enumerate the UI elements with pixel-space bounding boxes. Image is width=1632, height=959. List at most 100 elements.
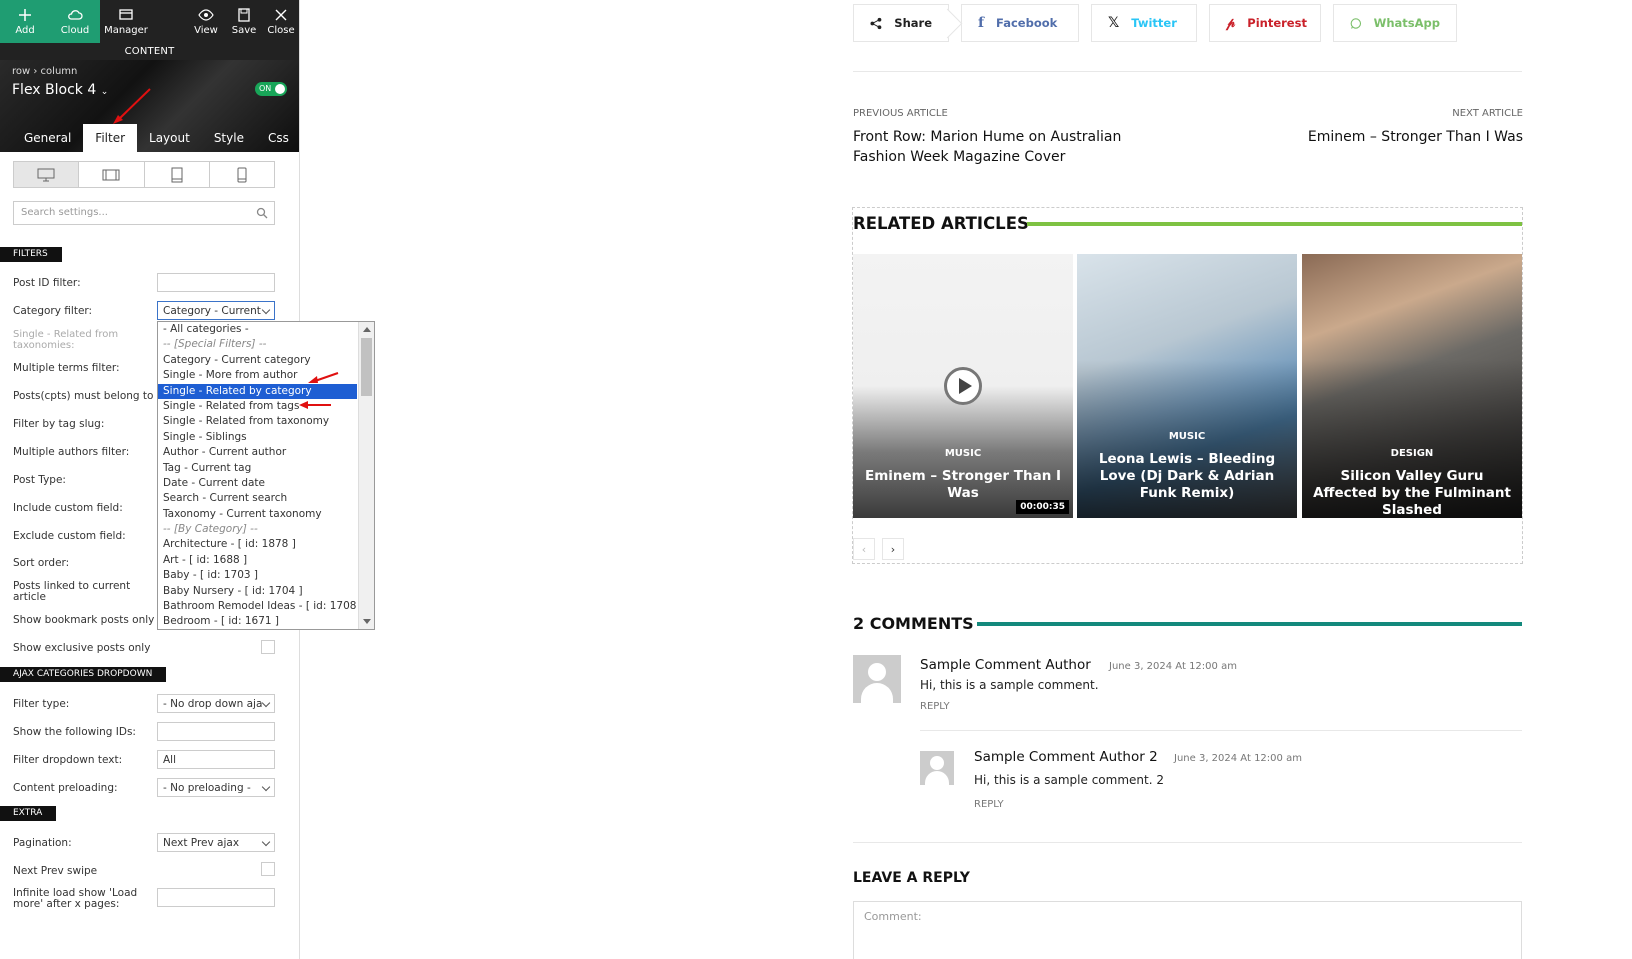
related-title-line [1027,222,1522,226]
tab-filter[interactable]: Filter [83,124,138,152]
card-category[interactable]: MUSIC [853,448,1073,459]
close-icon [275,9,287,21]
tab-style[interactable]: Style [202,124,256,152]
twitter-share-button[interactable]: 𝕏 Twitter [1091,4,1197,42]
category-dropdown-list[interactable]: - All categories - -- [Special Filters] -… [157,321,375,630]
scroll-up-icon[interactable] [363,327,371,332]
dropdown-option[interactable]: Baby - [ id: 1703 ] [158,568,357,583]
dropdown-option[interactable]: Single - Related by category [158,383,357,399]
filter-type-select[interactable]: - No drop down aja [157,694,275,713]
whatsapp-share-button[interactable]: WhatsApp [1333,4,1457,42]
dropdown-text-label: Filter dropdown text: [13,754,123,766]
chevron-right-icon: › [890,542,896,556]
exclusive-checkbox[interactable] [261,640,275,654]
dropdown-option[interactable]: Date - Current date [158,476,357,491]
tab-layout[interactable]: Layout [137,124,202,152]
dropdown-option[interactable]: - All categories - [158,322,357,337]
facebook-share-button[interactable]: f Facebook [961,4,1079,42]
device-tablet-landscape[interactable] [79,162,145,187]
avatar [853,655,901,703]
editor-toolbar: Add Cloud Manager View Save Close [0,0,299,43]
preloading-label: Content preloading: [13,782,118,794]
dropdown-text-input[interactable]: All [157,750,275,769]
whatsapp-label: WhatsApp [1373,16,1440,30]
manager-button[interactable]: Manager [100,0,152,43]
breadcrumb[interactable]: row › column [12,66,77,77]
dropdown-option[interactable]: Architecture - [ id: 1878 ] [158,537,357,552]
phone-icon [237,167,247,182]
dropdown-option[interactable]: Bedroom - [ id: 1671 ] [158,614,357,629]
device-tablet-portrait[interactable] [145,162,210,187]
add-button[interactable]: Add [0,0,50,43]
comment-date[interactable]: June 3, 2024 At 12:00 am [1174,753,1302,764]
dropdown-option[interactable]: -- [By Category] -- [158,522,357,537]
block-title[interactable]: Flex Block 4 ⌄ [12,82,108,98]
scroll-down-icon[interactable] [363,619,371,624]
comment-textarea[interactable]: Comment: [853,901,1522,959]
exclude-custom-label: Exclude custom field: [13,530,126,542]
dropdown-option[interactable]: Bathroom Remodel Ideas - [ id: 1708 ] [158,599,364,614]
comment-date[interactable]: June 3, 2024 At 12:00 am [1109,661,1237,672]
show-ids-input[interactable] [157,722,275,741]
whatsapp-icon [1350,17,1362,29]
comment-author[interactable]: Sample Comment Author 2 [974,749,1158,765]
block-toggle[interactable]: ON [255,82,287,96]
card-category[interactable]: MUSIC [1077,431,1297,442]
pinterest-share-button[interactable]: 𝓅 Pinterest [1209,4,1321,42]
swipe-checkbox[interactable] [261,862,275,876]
dropdown-option[interactable]: Author - Current author [158,445,357,460]
view-button[interactable]: View [187,0,225,43]
dropdown-option[interactable]: Single - Siblings [158,430,357,445]
dropdown-option[interactable]: Single - Related from tags [158,399,357,414]
play-icon[interactable] [944,367,982,405]
dropdown-scrollbar[interactable] [358,322,374,629]
prev-page-button[interactable]: ‹ [853,538,875,560]
share-label: Share [894,16,932,30]
preloading-select[interactable]: - No preloading - [157,778,275,797]
card-title[interactable]: Silicon Valley Guru Affected by the Fulm… [1312,468,1512,518]
next-article-link[interactable]: Eminem – Stronger Than I Was [1308,127,1523,147]
device-desktop[interactable] [14,162,80,187]
prev-article-link[interactable]: Front Row: Marion Hume on Australian Fas… [853,127,1153,167]
card-title[interactable]: Eminem – Stronger Than I Was [863,468,1063,502]
dropdown-option[interactable]: Baby Nursery - [ id: 1704 ] [158,584,357,599]
dropdown-option[interactable]: Category - Current category [158,353,357,368]
related-card[interactable]: MUSIC Leona Lewis – Bleeding Love (Dj Da… [1077,254,1297,518]
share-button[interactable]: Share [853,4,949,42]
tab-css[interactable]: Css [256,124,299,152]
card-category[interactable]: DESIGN [1302,448,1522,459]
reply-link[interactable]: REPLY [974,799,1004,810]
dropdown-option[interactable]: -- [Special Filters] -- [158,337,357,352]
card-title[interactable]: Leona Lewis – Bleeding Love (Dj Dark & A… [1087,451,1287,502]
comment-placeholder: Comment: [864,910,922,923]
related-card[interactable]: DESIGN Silicon Valley Guru Affected by t… [1302,254,1522,518]
settings-search-input[interactable]: Search settings... [13,201,275,225]
dropdown-option[interactable]: Taxonomy - Current taxonomy [158,507,357,522]
tab-general[interactable]: General [12,124,83,152]
plus-icon [19,9,31,21]
device-phone[interactable] [210,162,274,187]
category-filter-select[interactable]: Category - Current [157,301,275,320]
scroll-thumb[interactable] [361,338,372,396]
dropdown-option[interactable]: Tag - Current tag [158,461,357,476]
exclusive-label: Show exclusive posts only [13,642,151,654]
dropdown-option[interactable]: Single - More from author [158,368,357,383]
related-card[interactable]: MUSIC Eminem – Stronger Than I Was 00:00… [853,254,1073,518]
show-ids-label: Show the following IDs: [13,726,136,738]
save-button[interactable]: Save [225,0,263,43]
reply-link[interactable]: REPLY [920,701,950,712]
pagination-select[interactable]: Next Prev ajax [157,833,275,852]
cloud-button[interactable]: Cloud [50,0,100,43]
dropdown-option[interactable]: Art - [ id: 1688 ] [158,553,357,568]
close-button[interactable]: Close [263,0,299,43]
post-id-input[interactable] [157,273,275,292]
comment-author[interactable]: Sample Comment Author [920,657,1091,673]
infinite-load-input[interactable] [157,888,275,907]
dropdown-option[interactable]: Search - Current search [158,491,357,506]
next-page-button[interactable]: › [882,538,904,560]
dropdown-option[interactable]: Single - Related from taxonomy [158,414,357,429]
screen: Add Cloud Manager View Save Close CONTEN… [0,0,1632,959]
multiple-authors-label: Multiple authors filter: [13,446,130,458]
comment-text: Hi, this is a sample comment. 2 [974,773,1164,787]
manager-label: Manager [104,25,148,36]
